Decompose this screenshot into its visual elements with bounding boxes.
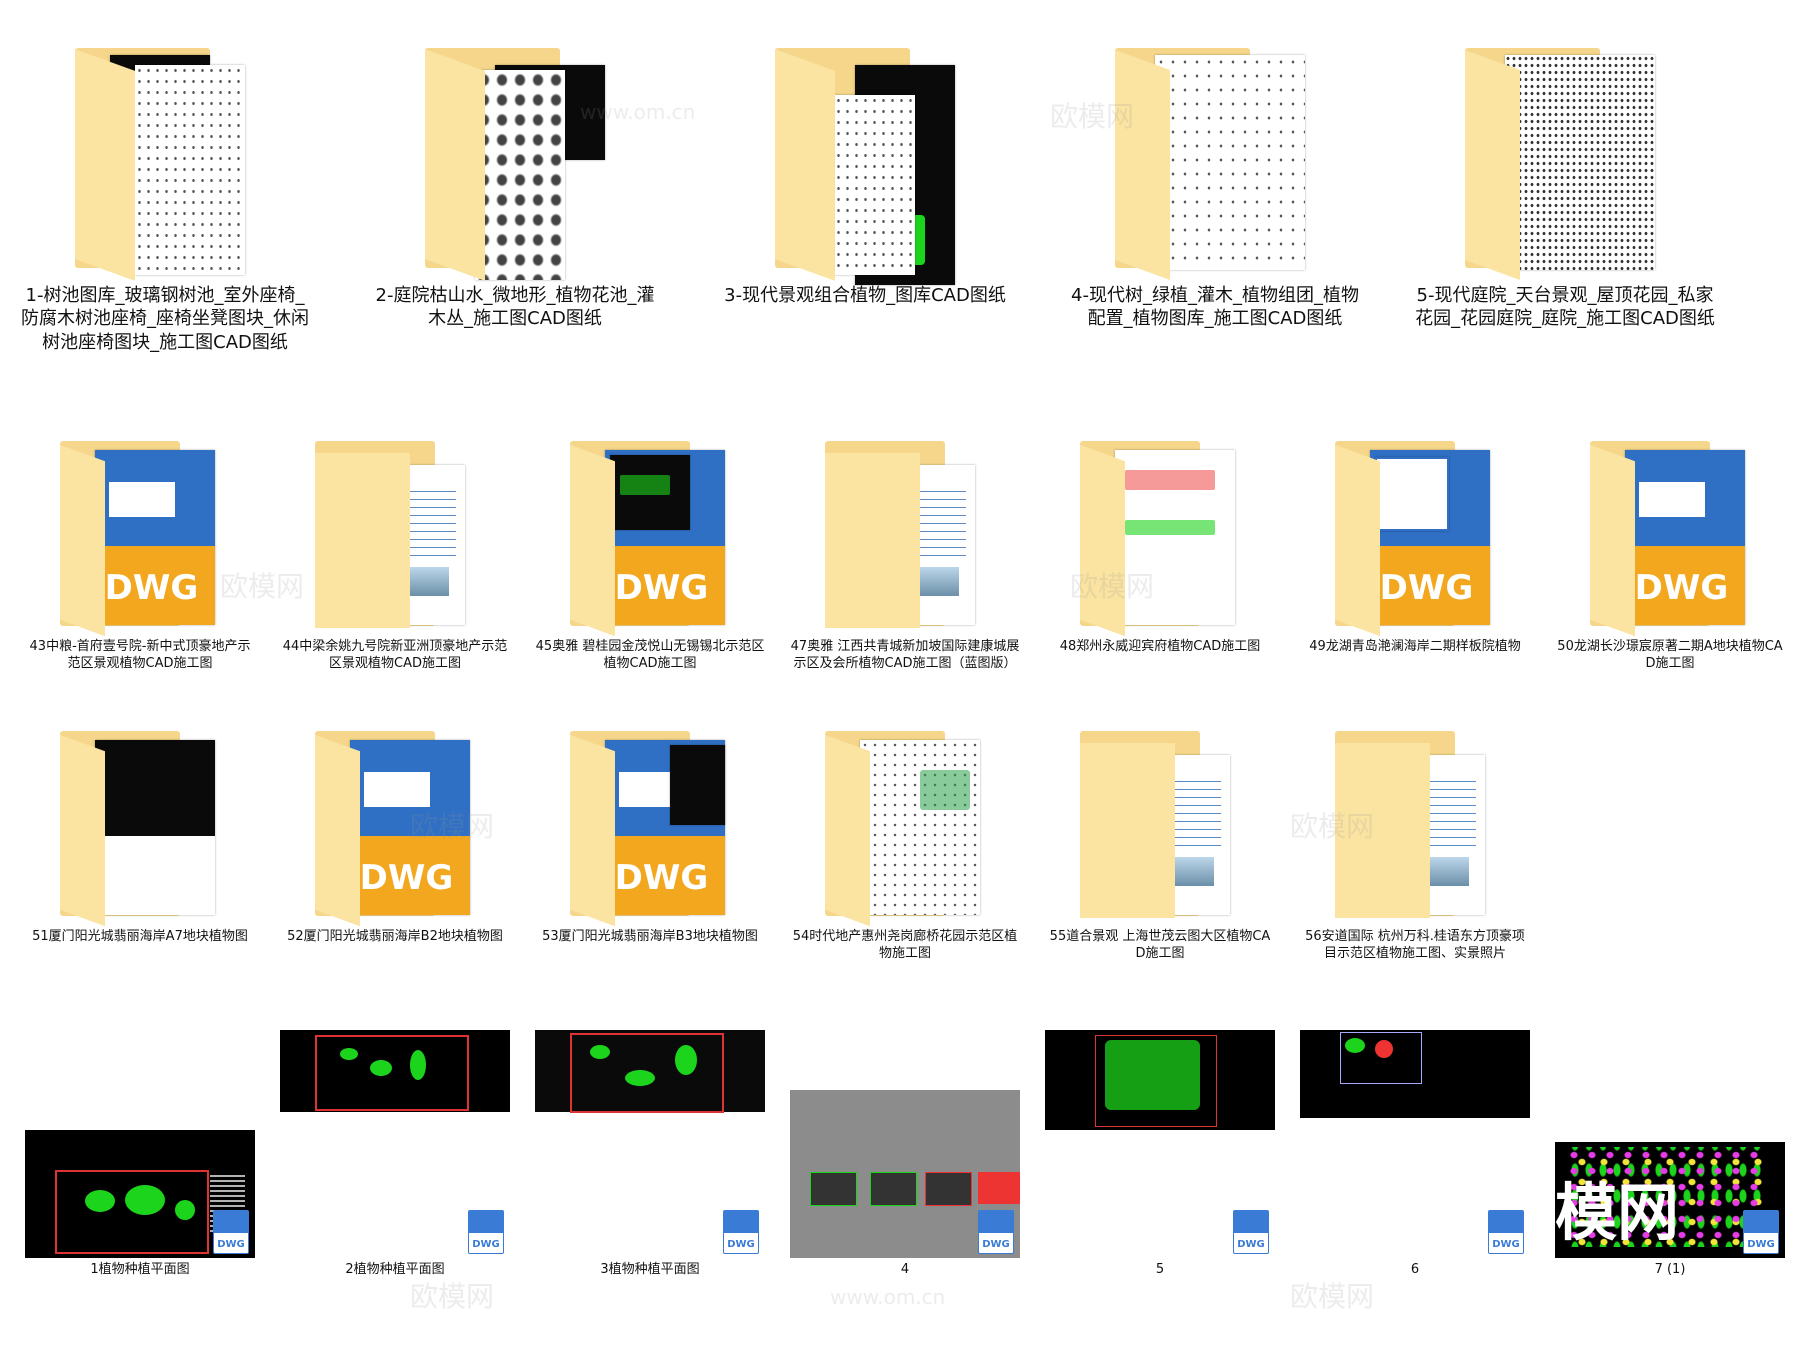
folder-item-5[interactable]: 5-现代庭院_天台景观_屋顶花园_私家花园_花园庭院_庭院_施工图CAD图纸 (1400, 40, 1730, 331)
folder-item-53[interactable]: DWGTM 53厦门阳光城翡丽海岸B3地块植物图 (535, 725, 765, 946)
file-item-6[interactable]: DWG 6 (1300, 1030, 1530, 1279)
folder-item-45[interactable]: DWG TM 45奥雅 碧桂园金茂悦山无锡锡北示范区植物CAD施工图 (535, 435, 765, 673)
folder-item-44[interactable]: 44中梁余姚九号院新亚洲顶豪地产示范区景观植物CAD施工图 (280, 435, 510, 673)
folder-item-50[interactable]: DWG TM 50龙湖长沙璟宸原著二期A地块植物CAD施工图 (1555, 435, 1785, 673)
file-item-5[interactable]: DWG 5 (1045, 1030, 1275, 1279)
folder-icon (60, 725, 220, 927)
dwg-file-icon: DWG (1233, 1210, 1269, 1254)
file-label: 2植物种植平面图 (345, 1262, 445, 1277)
dwg-file-icon: DWG (213, 1210, 249, 1254)
folder-icon (1080, 725, 1240, 925)
folder-label: 53厦门阳光城翡丽海岸B3地块植物图 (542, 929, 758, 944)
folder-label: 50龙湖长沙璟宸原著二期A地块植物CAD施工图 (1557, 639, 1783, 671)
folder-item-56[interactable]: 56安道国际 杭州万科.桂语东方顶豪项目示范区植物施工图、实景照片 (1300, 725, 1530, 963)
folder-label: 47奥雅 江西共青城新加坡国际建康城展示区及会所植物CAD施工图（蓝图版） (790, 639, 1020, 671)
file-item-3[interactable]: DWG 3植物种植平面图 (535, 1030, 765, 1279)
folder-icon (1080, 435, 1240, 637)
dwg-file-icon: DWG (723, 1210, 759, 1254)
folder-icon (1335, 725, 1495, 925)
folder-label: 44中梁余姚九号院新亚洲顶豪地产示范区景观植物CAD施工图 (282, 639, 508, 671)
folder-icon: DWGTM (1335, 435, 1495, 637)
folder-label: 51厦门阳光城翡丽海岸A7地块植物图 (32, 929, 248, 944)
dwg-thumbnail: DWG (535, 1030, 765, 1258)
folder-label: 45奥雅 碧桂园金茂悦山无锡锡北示范区植物CAD施工图 (535, 639, 765, 671)
overlay-text: 模网 (1555, 1176, 1680, 1249)
dwg-thumbnail: DWG (1045, 1030, 1275, 1258)
folder-item-54[interactable]: 54时代地产惠州尧岗廊桥花园示范区植物施工图 (790, 725, 1020, 963)
folder-item-52[interactable]: DWG TM 52厦门阳光城翡丽海岸B2地块植物图 (280, 725, 510, 946)
folder-icon: DWGTM (60, 435, 220, 637)
folder-label: 1-树池图库_玻璃钢树池_室外座椅_防腐木树池座椅_座椅坐凳图块_休闲树池座椅图… (21, 285, 309, 353)
folder-icon (1465, 40, 1665, 281)
watermark: 欧模网 (410, 1280, 495, 1313)
file-label: 5 (1155, 1262, 1165, 1277)
folder-item-3[interactable]: 3-现代景观组合植物_图库CAD图纸 (700, 40, 1030, 307)
folder-label: 3-现代景观组合植物_图库CAD图纸 (724, 285, 1006, 306)
folder-label: 48郑州永威迎宾府植物CAD施工图 (1059, 639, 1261, 654)
dwg-thumbnail: DWG (25, 1130, 255, 1258)
dwg-file-icon: DWG (468, 1210, 504, 1254)
dwg-thumbnail: DWG (1300, 1030, 1530, 1258)
file-item-1[interactable]: DWG 1植物种植平面图 (25, 1130, 255, 1279)
file-label: 3植物种植平面图 (600, 1262, 700, 1277)
folder-icon: DWGTM (570, 725, 730, 927)
file-label: 6 (1410, 1262, 1420, 1277)
folder-item-43[interactable]: DWG TM 43中粮-首府壹号院-新中式顶豪地产示范区景观植物CAD施工图 (25, 435, 255, 673)
folder-label: 43中粮-首府壹号院-新中式顶豪地产示范区景观植物CAD施工图 (29, 639, 251, 671)
dwg-file-icon: DWG (1488, 1210, 1524, 1254)
folder-item-48[interactable]: 48郑州永威迎宾府植物CAD施工图 (1045, 435, 1275, 656)
folder-icon (775, 40, 955, 285)
folder-item-2[interactable]: 2-庭院枯山水_微地形_植物花池_灌木丛_施工图CAD图纸 (350, 40, 680, 331)
folder-item-55[interactable]: 55道合景观 上海世茂云图大区植物CAD施工图 (1045, 725, 1275, 963)
folder-label: 54时代地产惠州尧岗廊桥花园示范区植物施工图 (792, 929, 1018, 961)
folder-item-51[interactable]: 51厦门阳光城翡丽海岸A7地块植物图 (25, 725, 255, 946)
folder-icon (825, 435, 985, 635)
file-label: 4 (900, 1262, 910, 1277)
folder-label: 4-现代树_绿植_灌木_植物组团_植物配置_植物图库_施工图CAD图纸 (1071, 285, 1359, 330)
folder-item-49[interactable]: DWG TM 49龙湖青岛滟澜海岸二期样板院植物 (1300, 435, 1530, 656)
folder-icon (315, 435, 475, 635)
folder-item-47[interactable]: 47奥雅 江西共青城新加坡国际建康城展示区及会所植物CAD施工图（蓝图版） (790, 435, 1020, 673)
folder-label: 5-现代庭院_天台景观_屋顶花园_私家花园_花园庭院_庭院_施工图CAD图纸 (1415, 285, 1715, 330)
folder-icon: DWGTM (1590, 435, 1750, 637)
folder-icon (425, 40, 605, 281)
dwg-thumbnail: DWG (790, 1090, 1020, 1258)
dwg-thumbnail: DWG (280, 1030, 510, 1258)
folder-label: 52厦门阳光城翡丽海岸B2地块植物图 (287, 929, 503, 944)
file-label: 7 (1) (1654, 1262, 1686, 1277)
folder-icon (75, 40, 255, 281)
file-label: 1植物种植平面图 (90, 1262, 190, 1277)
file-item-7[interactable]: 模网 DWG 7 (1) (1555, 1142, 1785, 1279)
watermark: 欧模网 (1290, 1280, 1375, 1313)
file-item-4[interactable]: DWG 4 (790, 1090, 1020, 1279)
file-item-2[interactable]: DWG 2植物种植平面图 (280, 1030, 510, 1279)
folder-label: 56安道国际 杭州万科.桂语东方顶豪项目示范区植物施工图、实景照片 (1305, 929, 1525, 961)
folder-icon: DWGTM (570, 435, 730, 637)
folder-label: 55道合景观 上海世茂云图大区植物CAD施工图 (1049, 929, 1271, 961)
folder-item-4[interactable]: 4-现代树_绿植_灌木_植物组团_植物配置_植物图库_施工图CAD图纸 (1050, 40, 1380, 331)
folder-icon (1115, 40, 1315, 281)
dwg-thumbnail: 模网 DWG (1555, 1142, 1785, 1258)
folder-icon: DWGTM (315, 725, 475, 927)
folder-item-1[interactable]: 1-树池图库_玻璃钢树池_室外座椅_防腐木树池座椅_座椅坐凳图块_休闲树池座椅图… (0, 40, 330, 354)
dwg-file-icon: DWG (978, 1210, 1014, 1254)
folder-label: 2-庭院枯山水_微地形_植物花池_灌木丛_施工图CAD图纸 (375, 285, 655, 330)
dwg-file-icon: DWG (1743, 1210, 1779, 1254)
folder-label: 49龙湖青岛滟澜海岸二期样板院植物 (1309, 639, 1521, 654)
watermark: www.om.cn (830, 1285, 946, 1309)
folder-icon (825, 725, 985, 927)
